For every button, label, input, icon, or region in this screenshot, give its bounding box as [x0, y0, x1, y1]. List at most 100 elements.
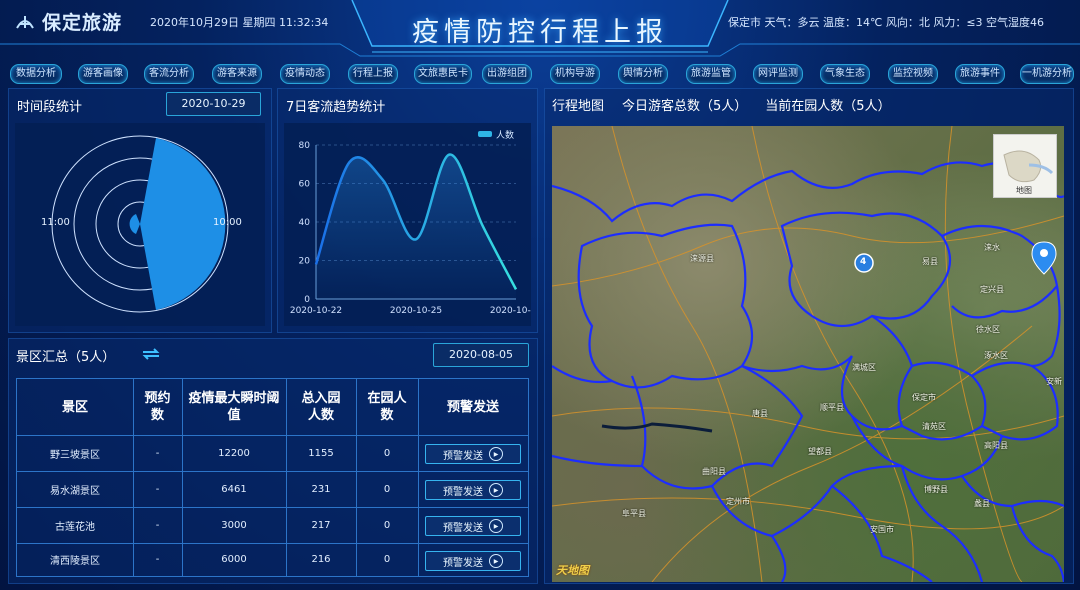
nav-item[interactable]: 客流分析 [144, 64, 194, 84]
x-tick-label: 2020-10-28 [490, 306, 531, 316]
cell-current: 0 [383, 519, 391, 531]
nav-item[interactable]: 疫情动态 [280, 64, 330, 84]
map-place-label: 徐水区 [976, 325, 1000, 334]
y-tick-label: 20 [299, 257, 311, 267]
header: 保定旅游 2020年10月29日 星期四 11:32:34 疫情防控行程上报 保… [0, 0, 1080, 60]
thumbnail-label: 地图 [1016, 186, 1032, 195]
map-place-label: 保定市 [912, 393, 936, 402]
play-icon: ▶ [489, 447, 503, 461]
weather-info: 保定市 天气：多云 温度：14℃ 风向：北 风力：≤3 空气湿度46 [728, 16, 1045, 29]
map-type-thumbnail[interactable]: 地图 [993, 134, 1057, 198]
nav-item[interactable]: 旅游监管 [686, 64, 736, 84]
cell-name: 古莲花池 [55, 521, 95, 533]
cell-threshold: 6461 [221, 483, 247, 495]
map-place-label: 安新 [1046, 377, 1062, 386]
cell-threshold: 6000 [221, 554, 247, 565]
button-label: 预警发送 [443, 522, 483, 534]
column-header: 总入园人数 [301, 391, 341, 423]
cell-current: 0 [383, 447, 391, 459]
warning-send-button[interactable]: 预警发送 ▶ [425, 551, 521, 571]
map-place-label: 曲阳县 [702, 467, 726, 476]
map-place-label: 望都县 [808, 447, 832, 456]
column-header: 景区 [61, 399, 88, 415]
today-total: 今日游客总数（5人） [622, 99, 748, 114]
button-label: 预警发送 [443, 557, 483, 569]
radial-chart-area: 11:00 10:00 [15, 123, 265, 326]
map-place-label: 安国市 [870, 525, 894, 534]
column-header: 预警发送 [446, 399, 499, 415]
map-place-label: 满城区 [852, 363, 876, 372]
map-watermark: 天地图 [556, 564, 589, 577]
itinerary-map[interactable]: 4 涞源县 易县 涞水 定兴县 涿水区 保定市 清苑区 顺平县 唐县 曲阳县 望… [552, 126, 1064, 582]
trend-panel: 7日客流趋势统计 0 20 40 60 80 2020-10-22 2020-1… [277, 88, 542, 333]
dashboard: 保定旅游 2020年10月29日 星期四 11:32:34 疫情防控行程上报 保… [0, 0, 1080, 590]
x-tick-label: 2020-10-25 [390, 306, 442, 316]
button-label: 预警发送 [443, 486, 483, 498]
warning-send-button[interactable]: 预警发送 ▶ [425, 516, 521, 536]
column-header: 在园人数 [367, 391, 407, 423]
cell-name: 清西陵景区 [50, 556, 100, 567]
trend-area [316, 154, 516, 299]
nav-item[interactable]: 网评监测 [753, 64, 803, 84]
nav-item[interactable]: 文旅惠民卡 [414, 64, 472, 84]
x-tick-label: 2020-10-22 [290, 306, 342, 316]
cell-current: 0 [383, 554, 391, 565]
refresh-icon[interactable] [140, 345, 162, 363]
cell-total: 216 [311, 554, 331, 565]
nav-item[interactable]: 一机游分析 [1020, 64, 1074, 84]
cell-current: 0 [383, 483, 391, 495]
map-header: 行程地图 今日游客总数（5人） 当前在园人数（5人） [552, 95, 891, 114]
map-place-label: 蠡县 [974, 499, 990, 508]
nav-item[interactable]: 机构导游 [550, 64, 600, 84]
panel-title: 时间段统计 [17, 100, 83, 115]
play-icon: ▶ [489, 554, 503, 568]
cell-reserve: - [155, 519, 160, 531]
in-park-count: 当前在园人数（5人） [765, 99, 891, 114]
nav-item[interactable]: 游客来源 [212, 64, 262, 84]
label-right: 10:00 [213, 217, 242, 228]
nav-bar: 数据分析 游客画像 客流分析 游客来源 疫情动态 行程上报 文旅惠民卡 出游组团… [8, 64, 1074, 84]
date-badge[interactable]: 2020-10-29 [166, 92, 261, 116]
cell-reserve: - [155, 483, 160, 495]
nav-item[interactable]: 监控视频 [888, 64, 938, 84]
logo: 保定旅游 [14, 8, 144, 34]
datetime: 2020年10月29日 星期四 11:32:34 [150, 16, 329, 29]
nav-item[interactable]: 出游组团 [482, 64, 532, 84]
map-place-label: 定州市 [726, 497, 750, 506]
legend-label: 人数 [496, 131, 515, 141]
warning-send-button[interactable]: 预警发送 ▶ [425, 480, 521, 500]
warning-send-button[interactable]: 预警发送 ▶ [425, 444, 521, 464]
nav-item[interactable]: 数据分析 [10, 64, 62, 84]
date-badge[interactable]: 2020-08-05 [433, 343, 529, 367]
nav-item[interactable]: 气象生态 [820, 64, 870, 84]
cell-reserve: - [155, 554, 160, 565]
y-tick-label: 40 [299, 218, 311, 228]
legend-swatch [478, 131, 492, 137]
map-place-label: 高阳县 [984, 441, 1008, 450]
cluster-count[interactable]: 4 [860, 257, 866, 267]
map-place-label: 涞源县 [690, 254, 714, 263]
y-tick-label: 60 [299, 180, 311, 190]
summary-title: 景区汇总（5人） [16, 350, 116, 365]
cell-total: 1155 [308, 447, 334, 459]
map-place-label: 易县 [922, 257, 938, 266]
column-header: 疫情最大瞬时阈值 [188, 391, 280, 423]
map-place-label: 顺平县 [820, 403, 844, 412]
map-place-label: 唐县 [752, 409, 768, 418]
cell-name: 易水湖景区 [50, 485, 100, 497]
trend-chart-area: 0 20 40 60 80 2020-10-22 2020-10-25 2020-10-28… [284, 123, 542, 326]
nav-item[interactable]: 旅游事件 [955, 64, 1005, 84]
button-label: 预警发送 [443, 450, 483, 462]
column-header: 预约数 [144, 391, 171, 423]
y-tick-label: 0 [304, 295, 310, 305]
nav-item[interactable]: 行程上报 [348, 64, 398, 84]
cell-threshold: 3000 [221, 519, 247, 531]
time-period-panel: 时间段统计 2020-10-29 11:00 10:00 [8, 88, 272, 333]
map-place-label: 博野县 [924, 485, 948, 494]
cell-reserve: - [155, 447, 160, 459]
cell-total: 217 [311, 519, 331, 531]
nav-item[interactable]: 舆情分析 [618, 64, 668, 84]
map-title: 行程地图 [552, 99, 605, 114]
map-place-label: 清苑区 [922, 422, 946, 431]
nav-item[interactable]: 游客画像 [78, 64, 128, 84]
